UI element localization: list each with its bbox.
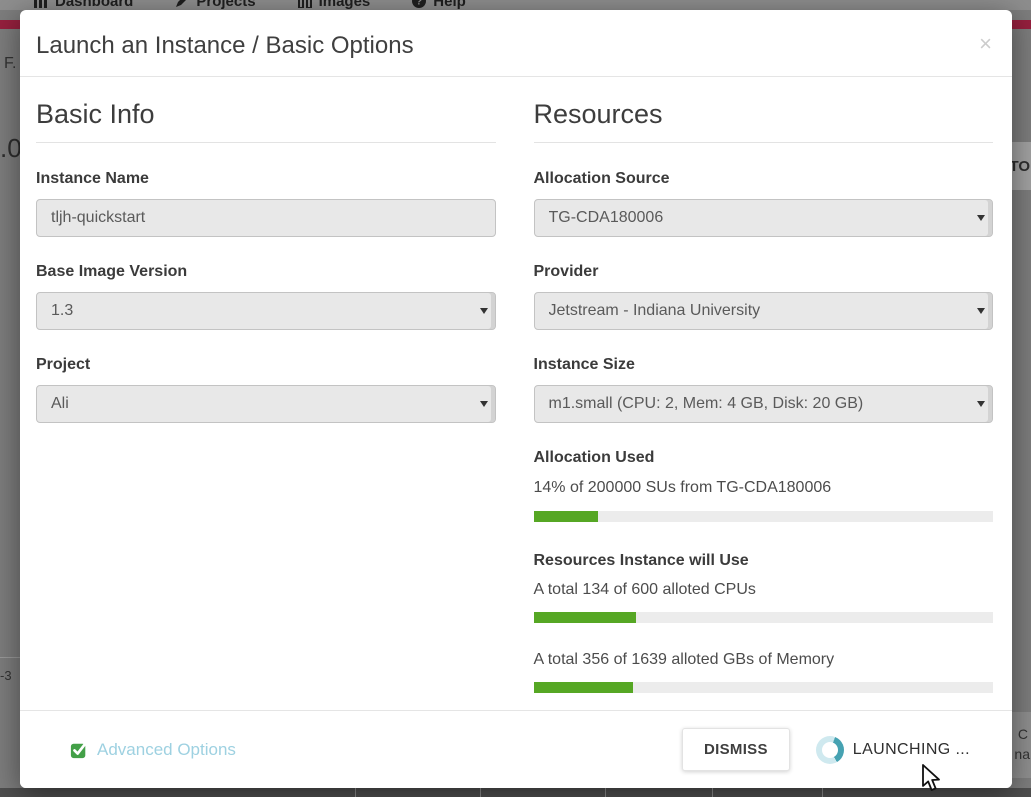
provider-label: Provider [534, 263, 994, 281]
instance-name-label: Instance Name [36, 170, 496, 188]
base-image-version-select[interactable]: 1.3 [36, 292, 496, 330]
allocation-source-label: Allocation Source [534, 170, 994, 188]
background-text-fragment: -3 [0, 668, 12, 683]
instance-name-input[interactable]: tljh-quickstart [36, 199, 496, 237]
pencil-icon [175, 0, 189, 8]
memory-usage-text: A total 356 of 1639 alloted GBs of Memor… [534, 651, 994, 669]
project-value: Ali [51, 395, 481, 413]
bar-chart-icon [34, 0, 48, 8]
memory-progress-fill [534, 682, 634, 693]
nav-item-projects: Projects [175, 0, 255, 10]
cpu-progress-fill [534, 612, 636, 623]
chevron-down-icon [977, 401, 985, 407]
allocation-source-value: TG-CDA180006 [549, 209, 979, 227]
instance-size-value: m1.small (CPU: 2, Mem: 4 GB, Disk: 20 GB… [549, 395, 979, 413]
advanced-options-link[interactable]: Advanced Options [70, 740, 236, 760]
checkbox-checked-icon [70, 741, 88, 759]
chevron-down-icon [977, 215, 985, 221]
allocation-used-progress-track [534, 511, 994, 522]
resources-heading: Resources [534, 99, 994, 143]
allocation-used-heading: Allocation Used [534, 449, 994, 467]
project-label: Project [36, 356, 496, 374]
cpu-usage-text: A total 134 of 600 alloted CPUs [534, 581, 994, 599]
nav-item-images: Images [298, 0, 371, 10]
allocation-used-progress-fill [534, 511, 598, 522]
basic-info-heading: Basic Info [36, 99, 496, 143]
chevron-down-icon [977, 308, 985, 314]
instance-name-value: tljh-quickstart [51, 209, 145, 227]
loading-spinner-icon [816, 736, 844, 764]
launching-button[interactable]: LAUNCHING ... [816, 736, 970, 764]
dismiss-button[interactable]: DISMISS [682, 728, 790, 771]
allocation-used-block: Allocation Used 14% of 200000 SUs from T… [534, 449, 994, 522]
top-navbar: Dashboard Projects Images ? Help [0, 0, 1031, 10]
instance-size-label: Instance Size [534, 356, 994, 374]
close-icon[interactable]: × [979, 34, 992, 54]
question-circle-icon: ? [412, 0, 426, 8]
background-text-fragment: .0 [0, 133, 22, 164]
background-text-fragment: F. [4, 55, 16, 73]
memory-progress-track [534, 682, 994, 693]
instance-size-select[interactable]: m1.small (CPU: 2, Mem: 4 GB, Disk: 20 GB… [534, 385, 994, 423]
background-text-fragment: C [1018, 726, 1028, 742]
basic-info-section: Basic Info Instance Name tljh-quickstart… [36, 99, 496, 693]
nav-item-help: ? Help [412, 0, 466, 10]
provider-select[interactable]: Jetstream - Indiana University [534, 292, 994, 330]
nav-item-label: Dashboard [55, 0, 133, 10]
background-divider [0, 657, 20, 658]
resources-will-use-heading: Resources Instance will Use [534, 552, 994, 570]
chevron-down-icon [480, 308, 488, 314]
base-image-version-label: Base Image Version [36, 263, 496, 281]
base-image-version-value: 1.3 [51, 302, 481, 320]
nav-item-label: Projects [196, 0, 255, 10]
advanced-options-label: Advanced Options [97, 740, 236, 760]
chevron-down-icon [480, 401, 488, 407]
nav-item-label: Images [319, 0, 371, 10]
modal-title: Launch an Instance / Basic Options [36, 32, 996, 60]
launch-instance-modal: Launch an Instance / Basic Options × Bas… [20, 10, 1012, 788]
modal-footer: Advanced Options DISMISS LAUNCHING ... [20, 710, 1012, 788]
background-table-header [0, 788, 1031, 797]
allocation-source-select[interactable]: TG-CDA180006 [534, 199, 994, 237]
background-band [1012, 712, 1031, 778]
nav-item-dashboard: Dashboard [34, 0, 133, 10]
launching-label: LAUNCHING ... [853, 741, 970, 759]
background-text-fragment: na [1014, 746, 1030, 762]
nav-item-label: Help [433, 0, 466, 10]
modal-header: Launch an Instance / Basic Options × [20, 10, 1012, 77]
resources-section: Resources Allocation Source TG-CDA180006… [534, 99, 994, 693]
resources-will-use-block: Resources Instance will Use A total 134 … [534, 552, 994, 693]
provider-value: Jetstream - Indiana University [549, 302, 979, 320]
background-text-fragment: TO [1009, 158, 1030, 175]
columns-icon [298, 0, 312, 8]
svg-text:?: ? [416, 0, 422, 8]
cpu-progress-track [534, 612, 994, 623]
project-select[interactable]: Ali [36, 385, 496, 423]
allocation-used-text: 14% of 200000 SUs from TG-CDA180006 [534, 479, 994, 497]
